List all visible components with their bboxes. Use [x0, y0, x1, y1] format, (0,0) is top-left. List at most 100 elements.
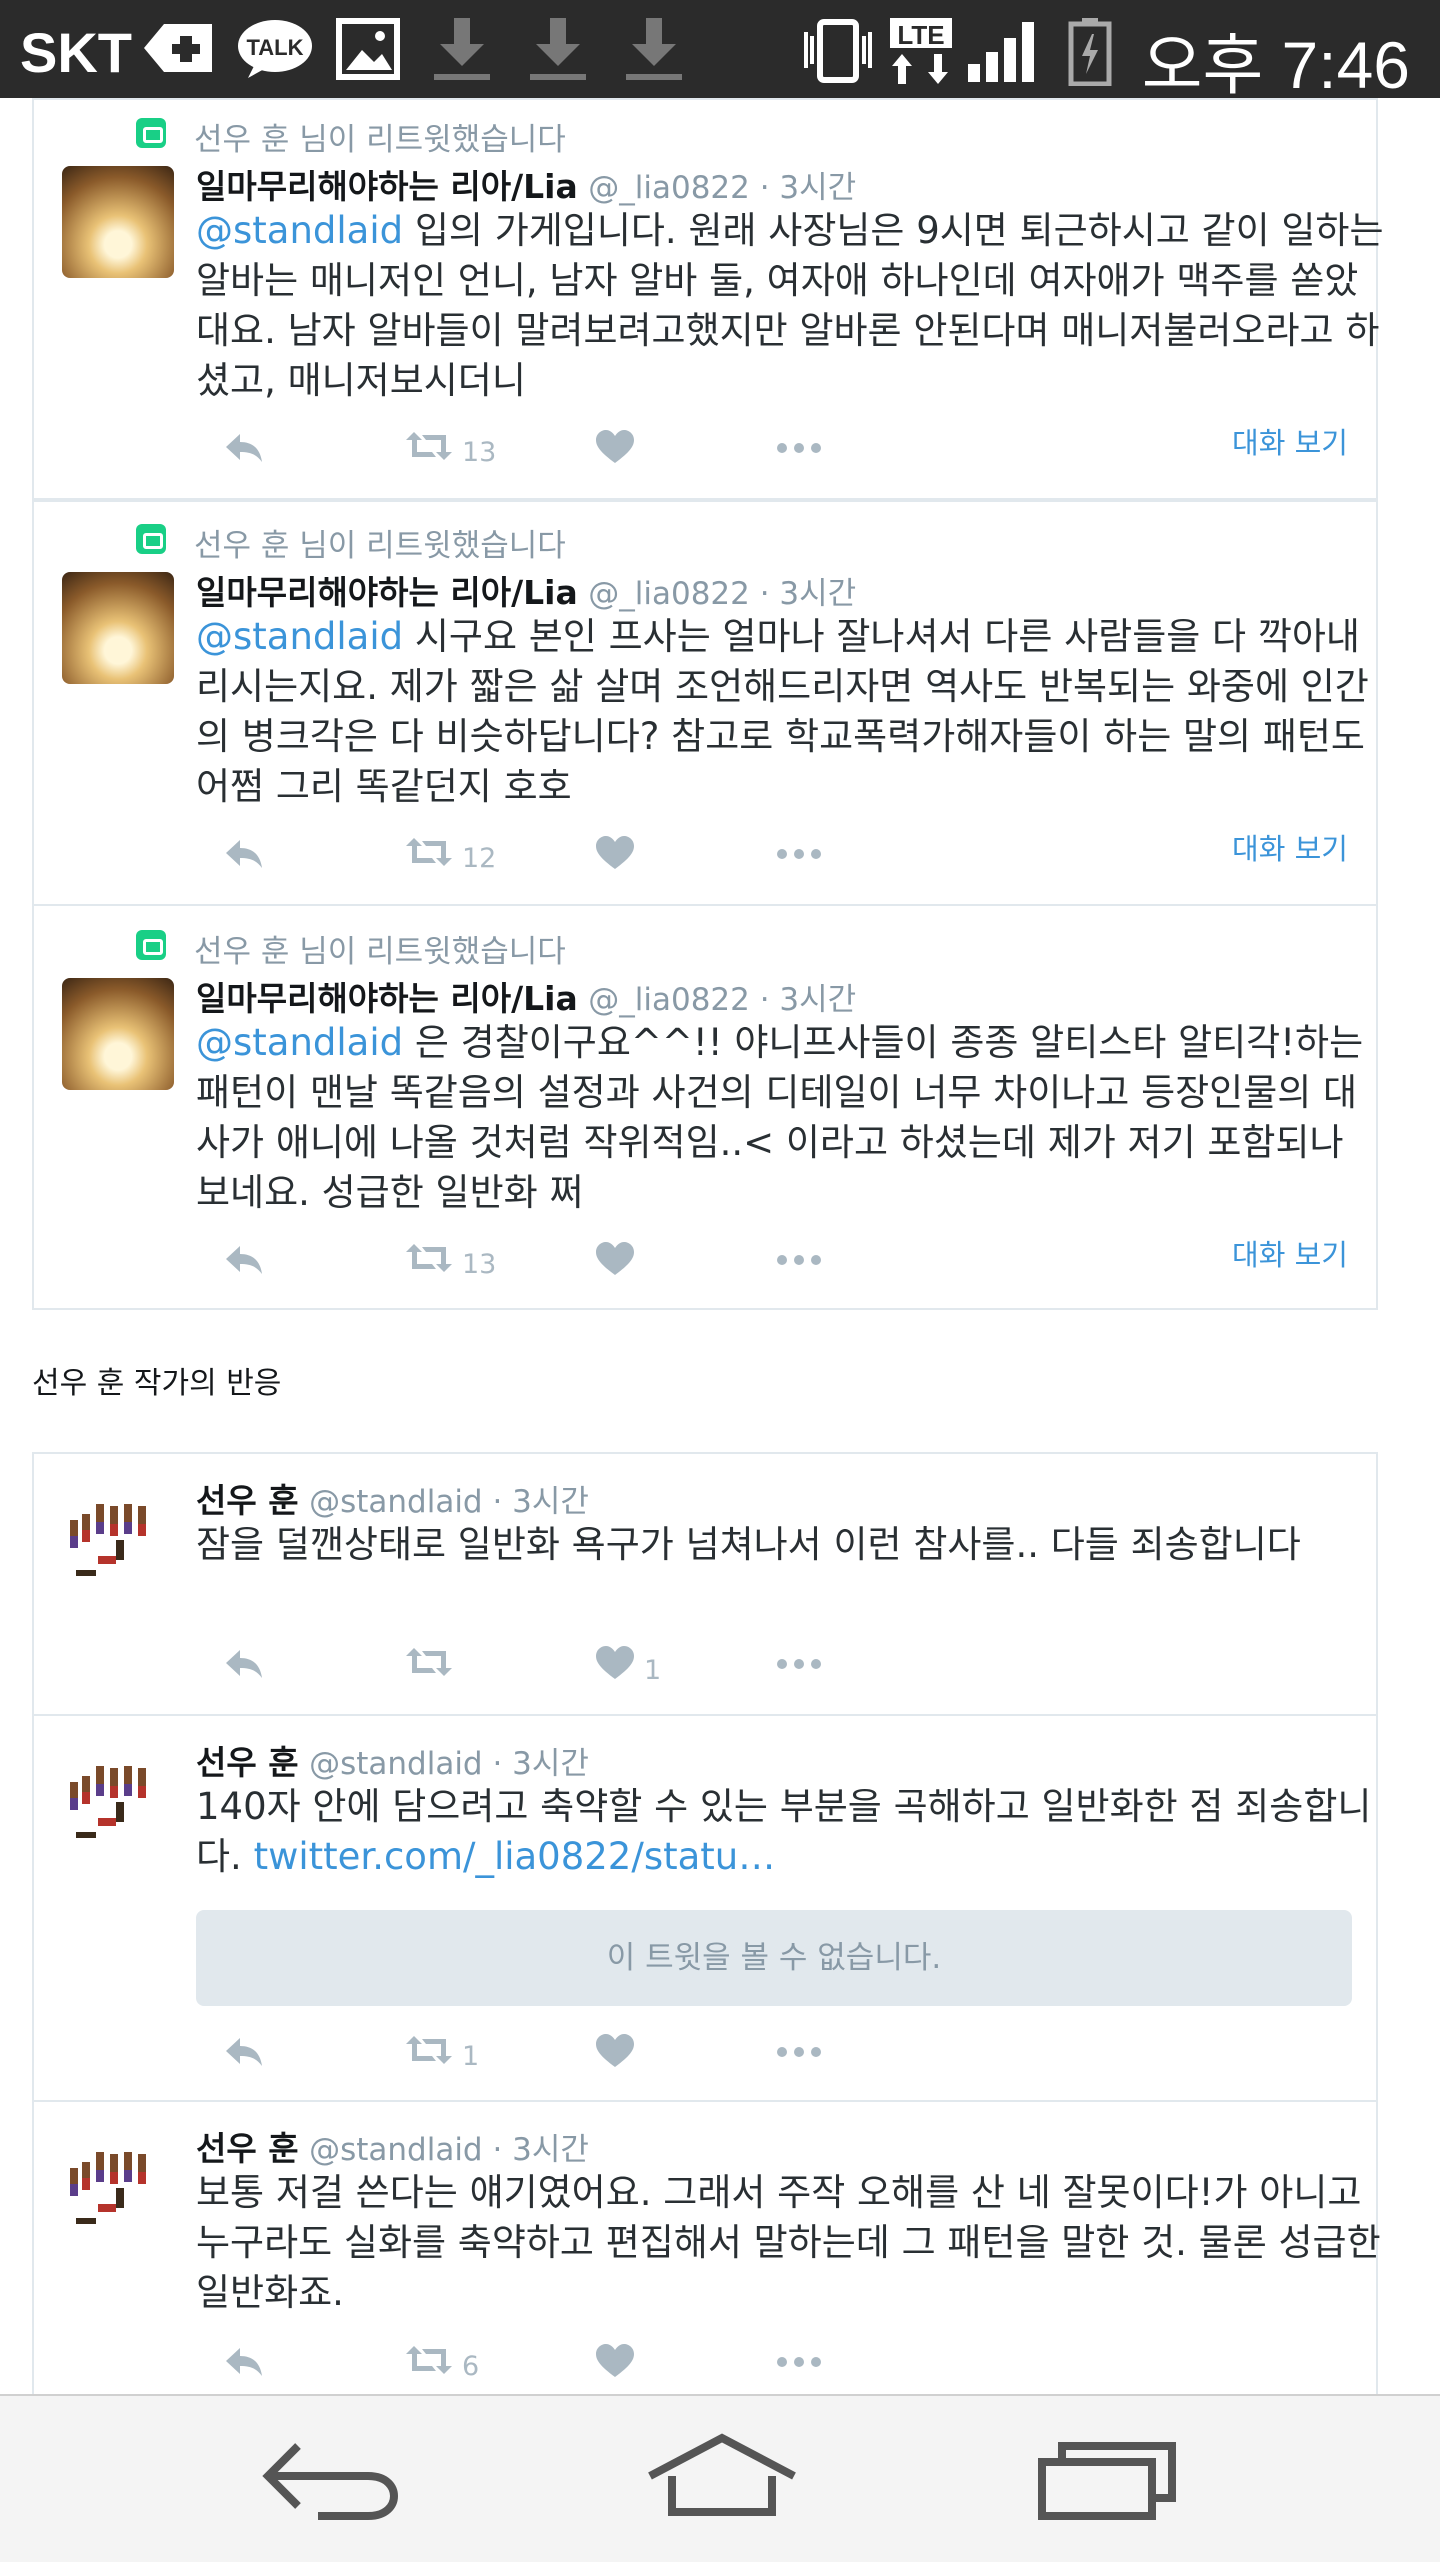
- retweet-card[interactable]: 선우 훈 님이 리트윗했습니다 일마무리해야하는 리아/Lia @_lia082…: [32, 904, 1378, 1310]
- tweet-link[interactable]: twitter.com/_lia0822/statu…: [254, 1835, 776, 1878]
- view-conversation-link[interactable]: 대화 보기: [1232, 420, 1348, 462]
- author-name[interactable]: 선우 훈: [196, 1743, 299, 1782]
- like-icon[interactable]: [596, 430, 634, 464]
- tweet-text: 140자 안에 담으려고 축약할 수 있는 부분을 곡해하고 일반화한 점 죄송…: [196, 1782, 1386, 1882]
- tweet-text: @standlaid 시구요 본인 프사는 얼마나 잘나셔서 다른 사람들을 다…: [196, 612, 1386, 812]
- navigation-bar: [0, 2394, 1440, 2562]
- retweet-icon[interactable]: [406, 1646, 452, 1678]
- retweet-button[interactable]: 12: [406, 836, 496, 877]
- author-handle[interactable]: @_lia0822 · 3시간: [588, 982, 856, 1018]
- more-icon[interactable]: [776, 2046, 822, 2058]
- reply-icon[interactable]: [224, 1242, 264, 1276]
- more-icon[interactable]: [776, 1254, 822, 1266]
- battery-icon: [1068, 18, 1112, 86]
- author-name[interactable]: 선우 훈: [196, 1481, 299, 1520]
- clock: 오후 7:46: [1141, 28, 1410, 102]
- lte-icon: LTE: [890, 18, 952, 84]
- author-name[interactable]: 선우 훈: [196, 2129, 299, 2168]
- reply-icon[interactable]: [224, 2344, 264, 2378]
- tweet-header: 선우 훈 @standlaid · 3시간: [196, 1736, 589, 1784]
- tweet-card[interactable]: 선우 훈 @standlaid · 3시간 잠을 덜깬상태로 일반화 욕구가 넘…: [32, 1452, 1378, 1716]
- retweeted-by-label: 선우 훈 님이 리트윗했습니다: [194, 122, 566, 158]
- avatar[interactable]: [62, 572, 174, 684]
- tweet-header: 선우 훈 @standlaid · 3시간: [196, 1474, 589, 1522]
- retweet-button[interactable]: 13: [406, 430, 496, 471]
- plus-message-icon: [144, 24, 212, 72]
- retweet-card[interactable]: 선우 훈 님이 리트윗했습니다 일마무리해야하는 리아/Lia @_lia082…: [32, 98, 1384, 500]
- tweet-actions: 13: [196, 1242, 1376, 1282]
- like-icon: [596, 1646, 634, 1679]
- retweet-icon: [406, 838, 452, 866]
- home-button[interactable]: [642, 2432, 802, 2522]
- retweet-icon: [406, 1244, 452, 1272]
- like-count: 1: [644, 1655, 662, 1686]
- author-name[interactable]: 일마무리해야하는 리아/Lia: [196, 167, 578, 206]
- mention-link[interactable]: @standlaid: [196, 1021, 403, 1064]
- avatar[interactable]: [62, 1742, 174, 1854]
- more-icon[interactable]: [776, 2356, 822, 2368]
- tweet-header: 선우 훈 @standlaid · 3시간: [196, 2122, 589, 2170]
- reply-icon[interactable]: [224, 836, 264, 870]
- more-icon[interactable]: [776, 848, 822, 860]
- talk-label: TALK: [246, 35, 303, 60]
- lte-label: LTE: [897, 20, 944, 50]
- tweet-text: 잠을 덜깬상태로 일반화 욕구가 넘쳐나서 이런 참사를.. 다들 죄송합니다: [196, 1523, 1301, 1566]
- retweet-badge-icon: [136, 524, 166, 554]
- retweet-icon: [406, 432, 452, 460]
- tweet-actions: 1: [196, 1646, 1376, 1686]
- tweet-actions: 13: [196, 430, 1376, 470]
- tweet-actions: 6: [196, 2344, 1376, 2384]
- like-icon[interactable]: [596, 1242, 634, 1276]
- like-icon[interactable]: [596, 836, 634, 870]
- view-conversation-link[interactable]: 대화 보기: [1232, 1232, 1348, 1274]
- retweet-button[interactable]: 13: [406, 1242, 496, 1283]
- tweet-card[interactable]: 선우 훈 @standlaid · 3시간 보통 저걸 쓴다는 얘기였어요. 그…: [32, 2100, 1381, 2400]
- reply-icon[interactable]: [224, 1646, 264, 1680]
- author-handle[interactable]: @standlaid · 3시간: [309, 2132, 589, 2168]
- author-handle[interactable]: @standlaid · 3시간: [309, 1746, 589, 1782]
- recent-apps-button[interactable]: [1036, 2436, 1186, 2526]
- mention-link[interactable]: @standlaid: [196, 615, 403, 658]
- more-icon[interactable]: [776, 1658, 822, 1670]
- like-icon[interactable]: [596, 2344, 634, 2378]
- tweet-text: @standlaid 입의 가게입니다. 원래 사장님은 9시면 퇴근하시고 같…: [196, 206, 1386, 406]
- retweet-count: 6: [462, 2351, 480, 2382]
- view-conversation-link[interactable]: 대화 보기: [1232, 826, 1348, 868]
- author-handle[interactable]: @_lia0822 · 3시간: [588, 576, 856, 612]
- retweet-count: 13: [462, 437, 497, 468]
- carrier-label: SKT: [20, 21, 132, 84]
- author-handle[interactable]: @_lia0822 · 3시간: [588, 170, 856, 206]
- more-icon[interactable]: [776, 442, 822, 454]
- section-label: 선우 훈 작가의 반응: [32, 1366, 282, 1401]
- tweet-actions: 12: [196, 836, 1376, 876]
- retweet-badge-icon: [136, 930, 166, 960]
- tweet-text: 보통 저걸 쓴다는 얘기였어요. 그래서 주작 오해를 산 네 잘못이다!가 아…: [196, 2171, 1381, 2314]
- retweet-icon: [406, 2036, 452, 2064]
- mention-link[interactable]: @standlaid: [196, 209, 403, 252]
- reply-icon[interactable]: [224, 430, 264, 464]
- author-name[interactable]: 일마무리해야하는 리아/Lia: [196, 573, 578, 612]
- avatar[interactable]: [62, 2128, 174, 2240]
- tweet-header: 일마무리해야하는 리아/Lia @_lia0822 · 3시간: [196, 160, 856, 208]
- retweet-icon: [406, 2346, 452, 2374]
- download-icon: [530, 18, 586, 80]
- avatar[interactable]: [62, 978, 174, 1090]
- like-button[interactable]: 1: [596, 1646, 661, 1689]
- author-handle[interactable]: @standlaid · 3시간: [309, 1484, 589, 1520]
- retweet-card[interactable]: 선우 훈 님이 리트윗했습니다 일마무리해야하는 리아/Lia @_lia082…: [32, 500, 1378, 906]
- avatar[interactable]: [62, 1480, 174, 1592]
- download-icon: [434, 18, 490, 80]
- download-icon: [626, 18, 682, 80]
- avatar[interactable]: [62, 166, 174, 278]
- kakaotalk-icon: TALK: [238, 20, 312, 78]
- retweet-count: 13: [462, 1249, 497, 1280]
- tweet-header: 일마무리해야하는 리아/Lia @_lia0822 · 3시간: [196, 566, 856, 614]
- author-name[interactable]: 일마무리해야하는 리아/Lia: [196, 979, 578, 1018]
- tweet-card[interactable]: 선우 훈 @standlaid · 3시간 140자 안에 담으려고 축약할 수…: [32, 1714, 1378, 2102]
- back-button[interactable]: [258, 2436, 408, 2526]
- like-icon[interactable]: [596, 2034, 634, 2068]
- retweet-button[interactable]: 6: [406, 2344, 479, 2385]
- retweet-button[interactable]: 1: [406, 2034, 479, 2075]
- retweeted-by-label: 선우 훈 님이 리트윗했습니다: [194, 934, 566, 970]
- reply-icon[interactable]: [224, 2034, 264, 2068]
